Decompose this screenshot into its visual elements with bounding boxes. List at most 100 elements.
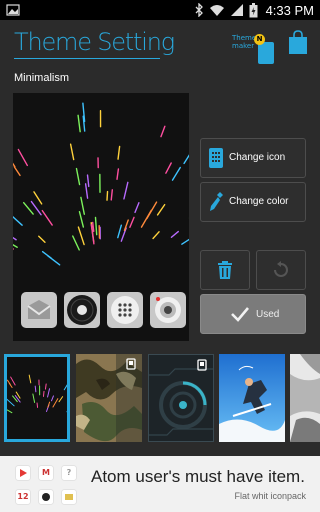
wallpaper-streak (160, 125, 166, 138)
wallpaper-streak (117, 224, 123, 239)
wallpaper-streak (7, 398, 15, 407)
preview-icon-row (21, 292, 186, 328)
wallpaper-streak (77, 114, 81, 133)
status-bar: 4:33 PM (0, 0, 320, 20)
theme-name-label: Minimalism (14, 72, 69, 84)
mail-icon (21, 292, 57, 328)
wallpaper-streak (38, 235, 46, 243)
wallpaper-streak (170, 230, 179, 238)
title-underline (14, 58, 160, 59)
wallpaper-streak (34, 385, 37, 393)
wallpaper-streak (13, 162, 16, 168)
reset-button[interactable] (256, 250, 306, 290)
wallpaper-streak (123, 181, 129, 200)
page-title: Theme Setting (14, 28, 175, 56)
wallpaper-streak (72, 235, 80, 251)
phone-grid-icon (209, 148, 223, 168)
wallpaper-streak (152, 231, 160, 240)
wallpaper-streak (110, 189, 114, 201)
bluetooth-icon (195, 3, 203, 17)
delete-button[interactable] (200, 250, 250, 290)
new-badge: N (254, 34, 265, 45)
wallpaper-streak (117, 145, 121, 160)
used-button[interactable]: Used (200, 294, 306, 334)
wallpaper-streak (69, 143, 75, 161)
battery-icon (249, 2, 258, 17)
wallpaper-streak (134, 202, 140, 214)
theme-thumbnail-camouflage[interactable] (76, 354, 142, 442)
wallpaper-streak (7, 409, 13, 414)
wallpaper-streak (181, 238, 189, 245)
download-icon (197, 359, 207, 371)
wallpaper-streak (10, 376, 16, 386)
wallpaper-streak (13, 244, 18, 248)
wallpaper-streak (171, 166, 181, 181)
change-icon-button[interactable]: Change icon (200, 138, 306, 178)
wallpaper-streak (86, 174, 90, 188)
signal-icon (230, 4, 243, 16)
wallpaper-streak (77, 226, 85, 246)
wallpaper-streak (22, 201, 34, 215)
gallery-icon (62, 490, 76, 504)
shopping-bag-icon[interactable] (288, 30, 308, 54)
theme-thumbnail-skyjump[interactable] (219, 354, 285, 442)
wallpaper-streak (32, 393, 36, 403)
wallpaper-streak (44, 383, 47, 390)
ad-icon-grid: M ? 12 (12, 460, 82, 508)
wifi-icon (209, 5, 224, 16)
wallpaper-streak (41, 250, 52, 259)
wallpaper-streak (94, 216, 98, 236)
wallpaper-streak (165, 162, 172, 174)
wallpaper-streak (47, 388, 51, 398)
theme-thumbnail-strip[interactable] (0, 354, 320, 442)
change-icon-label: Change icon (229, 152, 286, 163)
help-icon: ? (62, 466, 76, 480)
download-icon (126, 358, 136, 370)
theme-maker-button[interactable]: Theme maker N (232, 34, 278, 64)
phone-icon (258, 42, 274, 64)
wallpaper-streak (78, 211, 85, 228)
check-icon (231, 307, 249, 322)
wallpaper-streak (84, 183, 89, 199)
picture-icon (6, 4, 20, 16)
wallpaper-streak (13, 216, 23, 226)
wallpaper-streak (7, 379, 11, 385)
status-time: 4:33 PM (265, 2, 314, 18)
theme-thumbnail-circuit[interactable] (148, 354, 214, 442)
theme-thumbnail-minimalism[interactable] (4, 354, 70, 442)
wallpaper-streak (106, 190, 109, 201)
wallpaper-streak (13, 236, 17, 241)
wallpaper-streak (28, 374, 32, 384)
wallpaper-streak (41, 209, 53, 226)
wallpaper-streak (156, 203, 166, 216)
wallpaper-streak (183, 154, 189, 165)
gmail-icon: M (39, 466, 53, 480)
ad-title: Atom user's must have item. (91, 467, 305, 486)
trash-icon (218, 261, 232, 279)
change-color-label: Change color (229, 196, 289, 207)
play-store-icon (16, 466, 30, 480)
wallpaper-streak (129, 216, 135, 228)
wallpaper-streak (146, 201, 158, 220)
wallpaper-streak (80, 196, 86, 215)
wallpaper-streak (116, 168, 120, 180)
theme-thumbnail-monochrome[interactable] (290, 354, 320, 442)
wallpaper-streak (63, 384, 67, 391)
wallpaper-streak (75, 167, 81, 186)
wallpaper-streak (17, 148, 29, 167)
change-color-button[interactable]: Change color (200, 182, 306, 222)
eyedropper-icon (210, 192, 223, 211)
wallpaper-streak (13, 166, 21, 177)
wallpaper-streak (66, 411, 67, 413)
wallpaper-streak (120, 227, 127, 242)
record-icon (39, 490, 53, 504)
ad-banner[interactable]: M ? 12 Atom user's must have item. Flat … (0, 456, 320, 512)
ad-subtitle: Flat whit iconpack (234, 491, 306, 501)
wallpaper-streak (33, 191, 43, 205)
record-icon (64, 292, 100, 328)
camera-icon (150, 292, 186, 328)
dialpad-icon (107, 292, 143, 328)
wallpaper-streak (58, 396, 64, 403)
app-header: Theme Setting Theme maker N (0, 20, 320, 64)
used-label: Used (256, 309, 280, 320)
